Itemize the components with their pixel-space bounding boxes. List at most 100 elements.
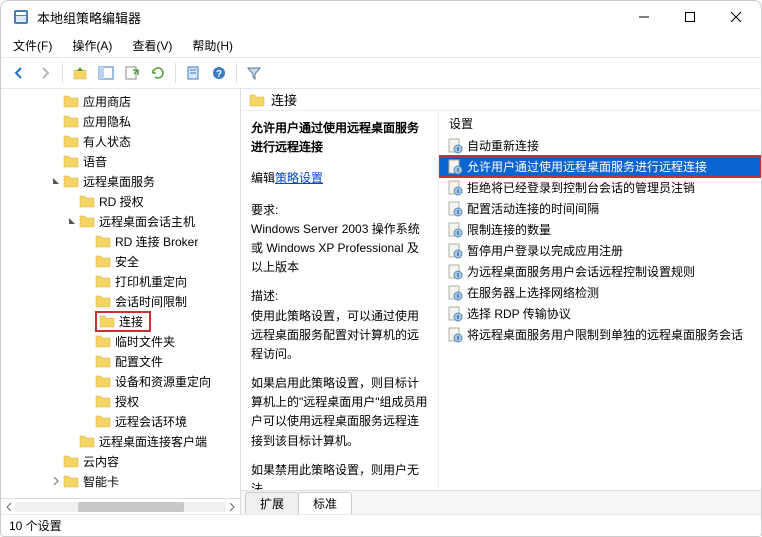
setting-row[interactable]: 为远程桌面服务用户会话远程控制设置规则 <box>439 261 761 282</box>
setting-label: 为远程桌面服务用户会话远程控制设置规则 <box>467 263 695 280</box>
tree-item-label: 远程桌面会话主机 <box>99 213 195 230</box>
tree-item[interactable]: 连接 <box>1 311 240 331</box>
tree-item[interactable]: 远程桌面连接客户端 <box>1 431 240 451</box>
tree-item-label: RD 连接 Broker <box>115 233 198 250</box>
tree-item-label: 打印机重定向 <box>115 273 187 290</box>
tree-item[interactable]: 应用隐私 <box>1 111 240 131</box>
tree-item[interactable]: 授权 <box>1 391 240 411</box>
titlebar: 本地组策略编辑器 <box>1 1 761 33</box>
filter-button[interactable] <box>242 61 266 85</box>
chevron-placeholder <box>49 134 63 148</box>
tree-item[interactable]: 配置文件 <box>1 351 240 371</box>
setting-row[interactable]: 暂停用户登录以完成应用注册 <box>439 240 761 261</box>
scroll-right-icon[interactable] <box>226 501 238 513</box>
tree-item[interactable]: 语音 <box>1 151 240 171</box>
tree-item-label: 应用商店 <box>83 93 131 110</box>
show-hide-tree-button[interactable] <box>94 61 118 85</box>
tree-item[interactable]: 远程会话环境 <box>1 411 240 431</box>
settings-list[interactable]: 自动重新连接允许用户通过使用远程桌面服务进行远程连接拒绝将已经登录到控制台会话的… <box>439 135 761 490</box>
refresh-button[interactable] <box>146 61 170 85</box>
setting-label: 限制连接的数量 <box>467 221 551 238</box>
chevron-placeholder <box>49 94 63 108</box>
maximize-button[interactable] <box>667 1 713 33</box>
scroll-thumb[interactable] <box>78 502 184 512</box>
chevron-placeholder <box>81 314 95 328</box>
up-level-button[interactable] <box>68 61 92 85</box>
tree-body[interactable]: 应用商店应用隐私有人状态语音远程桌面服务 RD 授权远程桌面会话主机 RD 连接 B… <box>1 89 240 498</box>
chevron-right-icon[interactable] <box>49 474 63 488</box>
help-button[interactable]: ? <box>207 61 231 85</box>
tree-hscrollbar[interactable] <box>1 498 240 514</box>
settings-column-header[interactable]: 设置 <box>439 111 761 135</box>
setting-row[interactable]: 在服务器上选择网络检测 <box>439 282 761 303</box>
tree-panel: 应用商店应用隐私有人状态语音远程桌面服务 RD 授权远程桌面会话主机 RD 连接 B… <box>1 89 241 514</box>
policy-icon <box>447 327 463 343</box>
description-text-1: 使用此策略设置，可以通过使用远程桌面服务配置对计算机的远程访问。 <box>251 307 428 365</box>
properties-button[interactable] <box>181 61 205 85</box>
nav-back-button[interactable] <box>7 61 31 85</box>
tree-item[interactable]: 安全 <box>1 251 240 271</box>
tree-item[interactable]: 设备和资源重定向 <box>1 371 240 391</box>
toolbar: ? <box>1 57 761 89</box>
policy-icon <box>447 180 463 196</box>
tree-item[interactable]: 会话时间限制 <box>1 291 240 311</box>
tree-item[interactable]: 应用商店 <box>1 91 240 111</box>
tab-extended[interactable]: 扩展 <box>245 492 299 514</box>
setting-row[interactable]: 选择 RDP 传输协议 <box>439 303 761 324</box>
tree-item-label: 临时文件夹 <box>115 333 175 350</box>
setting-row[interactable]: 将远程桌面服务用户限制到单独的远程桌面服务会话 <box>439 324 761 345</box>
policy-title: 允许用户通过使用远程桌面服务进行远程连接 <box>251 119 428 157</box>
chevron-placeholder <box>81 374 95 388</box>
setting-label: 配置活动连接的时间间隔 <box>467 200 599 217</box>
edit-policy-link[interactable]: 策略设置 <box>275 171 323 185</box>
chevron-down-icon[interactable] <box>65 214 79 228</box>
tree-item[interactable]: 有人状态 <box>1 131 240 151</box>
setting-label: 在服务器上选择网络检测 <box>467 284 599 301</box>
nav-forward-button[interactable] <box>33 61 57 85</box>
tab-standard[interactable]: 标准 <box>298 492 352 514</box>
menu-file[interactable]: 文件(F) <box>9 35 56 56</box>
tree-item[interactable]: 临时文件夹 <box>1 331 240 351</box>
setting-row[interactable]: 拒绝将已经登录到控制台会话的管理员注销 <box>439 177 761 198</box>
chevron-placeholder <box>81 394 95 408</box>
tree-item-label: 授权 <box>115 393 139 410</box>
tree-item-label: 语音 <box>83 153 107 170</box>
chevron-placeholder <box>81 234 95 248</box>
description-label: 描述: <box>251 287 428 306</box>
detail-header-text: 连接 <box>271 90 297 109</box>
description-text-2: 如果启用此策略设置，则目标计算机上的"远程桌面用户"组成员用户可以使用远程桌面服… <box>251 374 428 451</box>
tree-item-label: RD 授权 <box>99 193 144 210</box>
chevron-down-icon[interactable] <box>49 174 63 188</box>
setting-row[interactable]: 允许用户通过使用远程桌面服务进行远程连接 <box>439 156 761 177</box>
menubar: 文件(F) 操作(A) 查看(V) 帮助(H) <box>1 33 761 57</box>
tree-item-label: 设备和资源重定向 <box>115 373 211 390</box>
description-text-3: 如果禁用此策略设置，则用户无法 <box>251 461 428 490</box>
setting-row[interactable]: 配置活动连接的时间间隔 <box>439 198 761 219</box>
minimize-button[interactable] <box>621 1 667 33</box>
scroll-left-icon[interactable] <box>3 501 15 513</box>
export-button[interactable] <box>120 61 144 85</box>
setting-row[interactable]: 限制连接的数量 <box>439 219 761 240</box>
menu-help[interactable]: 帮助(H) <box>188 35 237 56</box>
tree-item-label: 安全 <box>115 253 139 270</box>
menu-action[interactable]: 操作(A) <box>68 35 116 56</box>
chevron-placeholder <box>65 194 79 208</box>
tree-item[interactable]: 云内容 <box>1 451 240 471</box>
setting-label: 拒绝将已经登录到控制台会话的管理员注销 <box>467 179 695 196</box>
close-button[interactable] <box>713 1 759 33</box>
tree-item-label: 连接 <box>119 313 143 330</box>
policy-icon <box>447 264 463 280</box>
menu-view[interactable]: 查看(V) <box>128 35 176 56</box>
tree-item[interactable]: RD 连接 Broker <box>1 231 240 251</box>
setting-row[interactable]: 自动重新连接 <box>439 135 761 156</box>
tree-item[interactable]: RD 授权 <box>1 191 240 211</box>
tree-item[interactable]: 远程桌面服务 <box>1 171 240 191</box>
tree-item[interactable]: 打印机重定向 <box>1 271 240 291</box>
chevron-placeholder <box>81 254 95 268</box>
chevron-placeholder <box>49 114 63 128</box>
tree-item[interactable]: 智能卡 <box>1 471 240 491</box>
svg-text:?: ? <box>216 69 222 80</box>
statusbar: 10 个设置 <box>1 514 761 536</box>
description-column: 允许用户通过使用远程桌面服务进行远程连接 编辑策略设置 要求: Windows … <box>241 111 439 490</box>
tree-item[interactable]: 远程桌面会话主机 <box>1 211 240 231</box>
